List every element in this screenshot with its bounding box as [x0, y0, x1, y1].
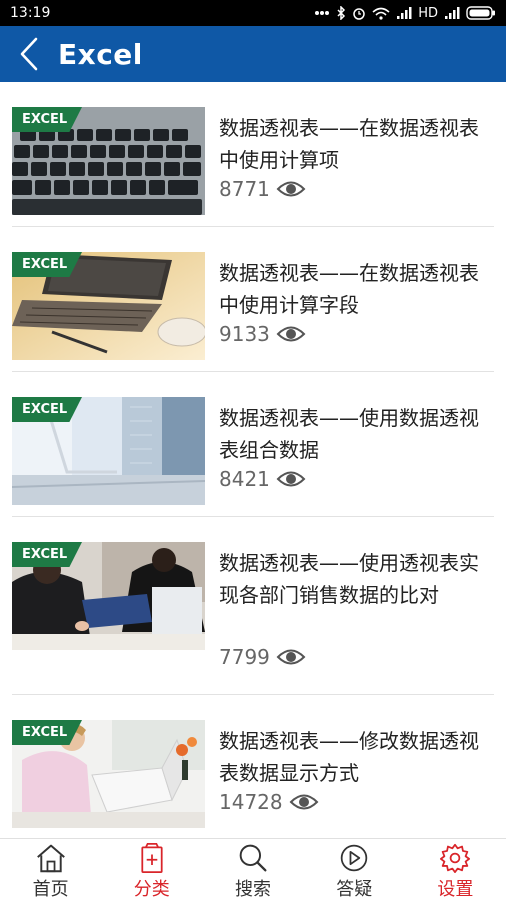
network-type: HD: [418, 5, 438, 21]
eye-icon: [276, 326, 306, 342]
view-count: 8771: [219, 177, 306, 201]
article-list[interactable]: EXCEL 数据透视表——在数据透视表中使用计算项 8771 EXCEL 数据透…: [0, 82, 506, 838]
play-circle-icon: [340, 844, 368, 872]
gear-icon: [440, 843, 471, 873]
view-count-value: 9133: [219, 322, 270, 346]
bluetooth-icon: [337, 6, 346, 20]
tab-home[interactable]: 首页: [0, 839, 101, 901]
back-button[interactable]: [0, 26, 58, 82]
tab-label: 设置: [437, 879, 474, 900]
tab-search[interactable]: 搜索: [202, 839, 303, 901]
article-title: 数据透视表——使用透视表实现各部门销售数据的比对: [219, 551, 479, 607]
page-title: Excel: [58, 37, 143, 71]
article-title: 数据透视表——修改数据透视表数据显示方式: [219, 729, 479, 785]
woman-laptop-photo: EXCEL: [12, 720, 205, 828]
tab-label: 首页: [32, 879, 69, 900]
view-count-value: 8771: [219, 177, 270, 201]
status-time: 13:19: [10, 5, 51, 21]
article-item[interactable]: EXCEL 数据透视表——修改数据透视表数据显示方式 14728: [12, 695, 494, 838]
tab-label: 搜索: [235, 879, 271, 900]
article-item[interactable]: EXCEL 数据透视表——使用数据透视表组合数据 8421: [12, 372, 494, 517]
article-title: 数据透视表——在数据透视表中使用计算项: [219, 116, 479, 172]
view-count-value: 7799: [219, 645, 270, 669]
tab-label: 分类: [133, 879, 170, 900]
article-item[interactable]: EXCEL 数据透视表——在数据透视表中使用计算项 8771: [12, 82, 494, 227]
bottom-tab-bar: 首页 分类 搜索 答疑 设置: [0, 838, 506, 901]
alarm-icon: [353, 8, 365, 20]
dots-icon: [315, 11, 330, 15]
office-window-photo: EXCEL: [12, 397, 205, 505]
article-item[interactable]: EXCEL 数据透视表——使用透视表实现各部门销售数据的比对 7799: [12, 517, 494, 695]
article-title: 数据透视表——在数据透视表中使用计算字段: [219, 261, 479, 317]
business-meeting-photo: EXCEL: [12, 542, 205, 650]
view-count-value: 8421: [219, 467, 270, 491]
article-item[interactable]: EXCEL 数据透视表——在数据透视表中使用计算字段 9133: [12, 227, 494, 372]
tab-qa[interactable]: 答疑: [304, 839, 405, 901]
eye-icon: [289, 794, 319, 810]
status-icons: HD: [314, 6, 496, 21]
eye-icon: [276, 649, 306, 665]
view-count: 14728: [219, 790, 319, 814]
search-icon: [239, 844, 267, 872]
tab-label: 答疑: [336, 879, 373, 900]
wifi-icon: [372, 7, 390, 20]
article-title: 数据透视表——使用数据透视表组合数据: [219, 406, 479, 462]
app-header: Excel: [0, 26, 506, 82]
signal-icon: [397, 7, 412, 19]
battery-icon: [466, 6, 495, 20]
status-bar: 13:19 HD: [0, 0, 506, 26]
chevron-left-icon: [20, 37, 38, 71]
view-count: 9133: [219, 322, 306, 346]
signal-icon-2: [445, 7, 460, 19]
keyboard-photo: EXCEL: [12, 107, 205, 215]
view-count: 8421: [219, 467, 306, 491]
view-count: 7799: [219, 645, 306, 669]
eye-icon: [276, 181, 306, 197]
tab-category[interactable]: 分类: [101, 839, 202, 901]
category-icon: [141, 843, 163, 873]
home-icon: [36, 844, 65, 873]
view-count-value: 14728: [219, 790, 283, 814]
tab-settings[interactable]: 设置: [405, 839, 506, 901]
eye-icon: [276, 471, 306, 487]
laptop-desk-photo: EXCEL: [12, 252, 205, 360]
